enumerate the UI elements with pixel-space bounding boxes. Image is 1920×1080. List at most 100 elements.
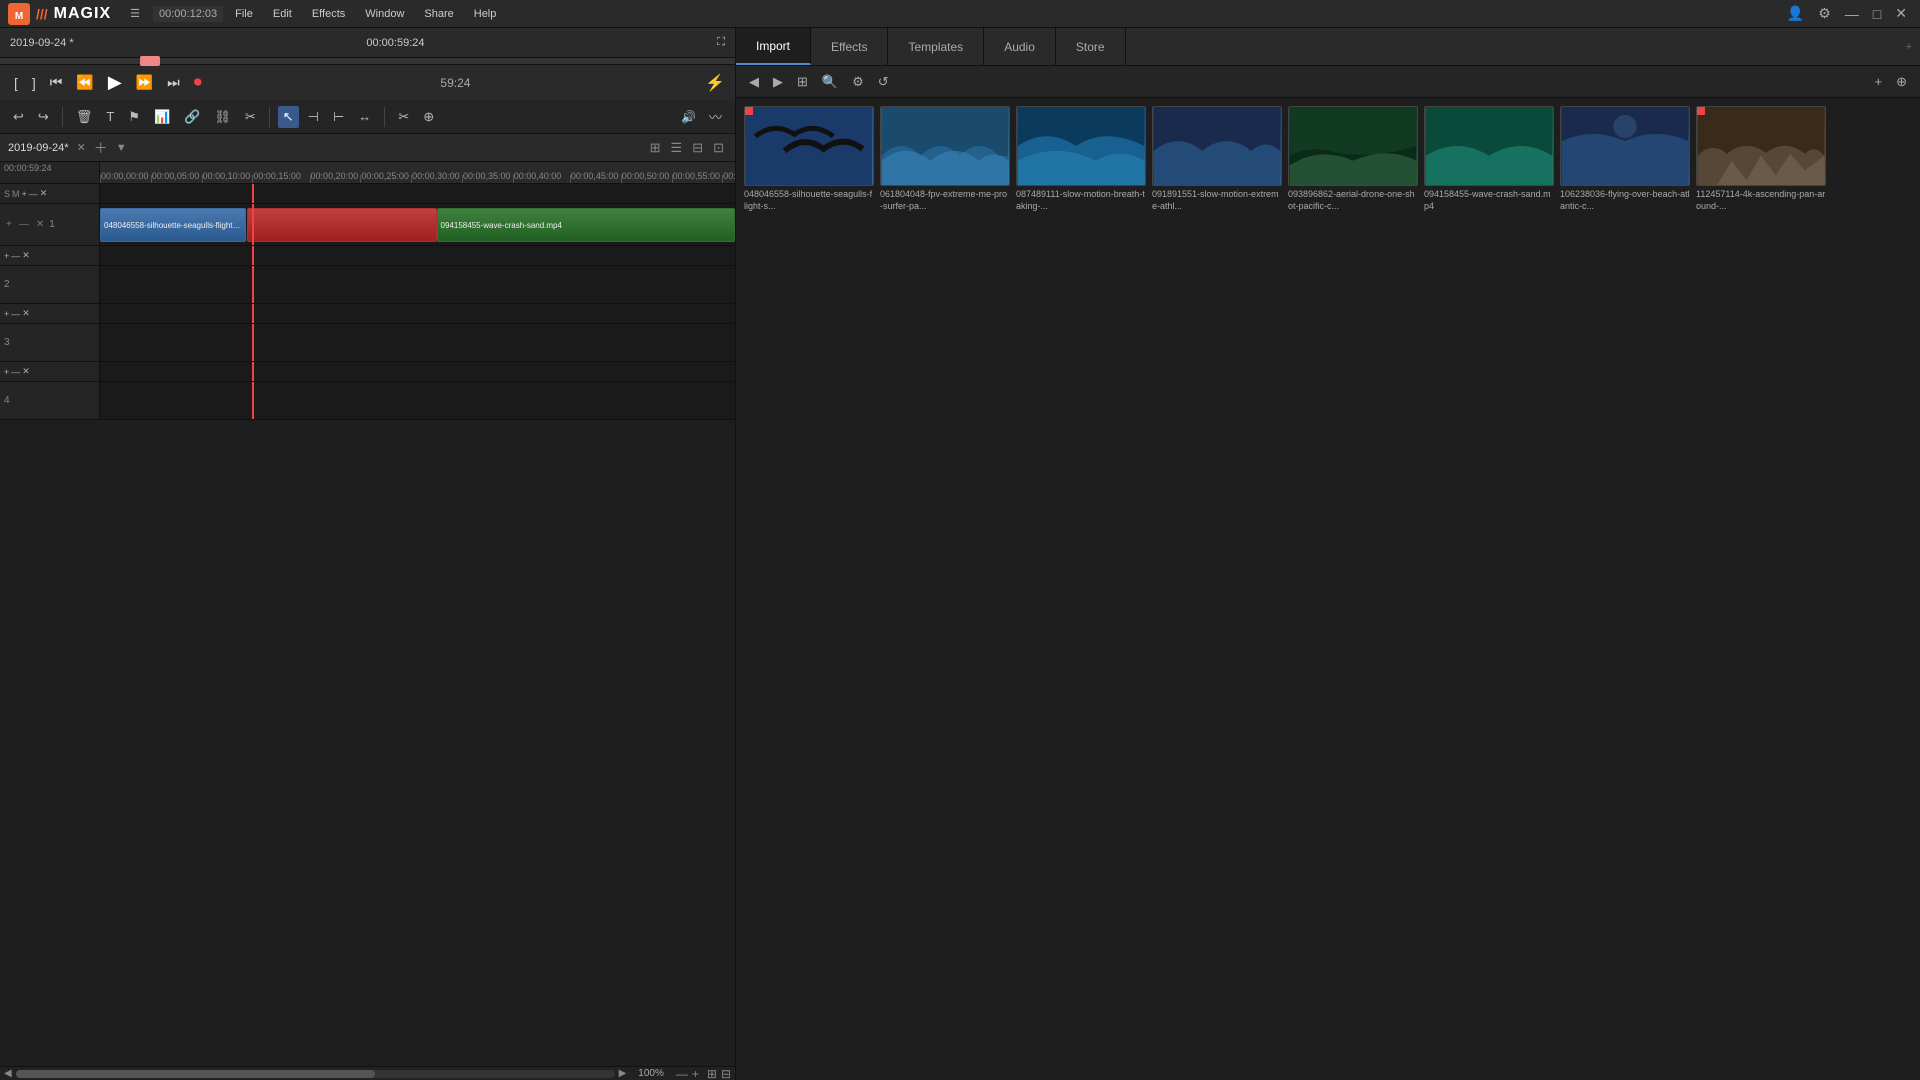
media-item-4[interactable]: 091891551-slow-motion-extreme-athl...: [1152, 106, 1282, 212]
t4-minus[interactable]: —: [11, 367, 20, 377]
zoom-out-btn[interactable]: —: [676, 1067, 688, 1080]
skip-next-btn[interactable]: ⏭: [163, 72, 184, 93]
view-storyboard-icon[interactable]: ⊞: [647, 138, 664, 158]
profile-icon[interactable]: 👤: [1782, 3, 1809, 24]
t4-close[interactable]: ✕: [22, 366, 30, 377]
bracket-out-btn[interactable]: ]: [28, 73, 40, 93]
minimize-icon[interactable]: —: [1840, 4, 1864, 24]
marker-btn[interactable]: ⚑: [123, 106, 145, 128]
track-2-content[interactable]: [100, 266, 735, 303]
view-list-icon[interactable]: ☰: [668, 138, 686, 158]
close-icon[interactable]: ✕: [1890, 3, 1912, 24]
media-item-3[interactable]: 087489111-slow-motion-breath-taking-...: [1016, 106, 1146, 212]
t3-minus[interactable]: —: [11, 309, 20, 319]
t3-plus[interactable]: +: [4, 309, 9, 319]
media-thumb-3[interactable]: [1016, 106, 1146, 186]
tab-templates[interactable]: Templates: [888, 28, 984, 65]
link-btn[interactable]: ⛓: [209, 106, 236, 128]
zoom-in-btn[interactable]: +: [692, 1067, 699, 1080]
volume-icon[interactable]: 🔊: [681, 110, 696, 124]
maximize-icon[interactable]: □: [1868, 4, 1886, 24]
view-expand-icon[interactable]: ⊡: [710, 138, 727, 158]
media-thumb-7[interactable]: [1560, 106, 1690, 186]
rt-settings-btn[interactable]: ⚙: [847, 72, 869, 92]
clip-wave-crash[interactable]: 094158455-wave-crash-sand.mp4: [437, 208, 735, 242]
track-sm-minus[interactable]: —: [29, 189, 38, 199]
razor-btn[interactable]: ✂: [393, 106, 414, 128]
media-item-1[interactable]: 048046558-silhouette-seagulls-flight-s..…: [744, 106, 874, 212]
media-thumb-1[interactable]: [744, 106, 874, 186]
rt-grid-btn[interactable]: ⊞: [792, 72, 813, 92]
rt-fwd-btn[interactable]: ▶: [768, 72, 788, 92]
play-btn[interactable]: ▶: [104, 70, 126, 95]
scroll-expand-btn[interactable]: ⊞: [707, 1067, 717, 1080]
rt-add-btn[interactable]: +: [1870, 72, 1888, 91]
clip-red-1[interactable]: [247, 208, 436, 242]
chart-btn[interactable]: 📊: [149, 106, 175, 128]
timeline-scrollbar[interactable]: [16, 1070, 615, 1078]
tab-store[interactable]: Store: [1056, 28, 1126, 65]
flash-btn[interactable]: ⚡: [705, 73, 725, 93]
undo-btn[interactable]: ↩: [8, 106, 29, 128]
track-sm-plus[interactable]: +: [22, 189, 27, 199]
t2-minus[interactable]: —: [11, 251, 20, 261]
split-btn[interactable]: ⊣: [303, 106, 324, 128]
rt-search-btn[interactable]: 🔍: [817, 72, 843, 92]
menu-hamburger[interactable]: ☰: [125, 5, 145, 22]
track-1-minus[interactable]: —: [17, 218, 31, 231]
media-thumb-5[interactable]: [1288, 106, 1418, 186]
tab-dropdown-btn[interactable]: ▼: [116, 142, 127, 154]
redo-btn[interactable]: ↪: [33, 106, 54, 128]
move-btn[interactable]: ↔: [353, 106, 376, 127]
text-btn[interactable]: T: [101, 106, 119, 127]
media-thumb-2[interactable]: [880, 106, 1010, 186]
tab-effects[interactable]: Effects: [811, 28, 888, 65]
delete-btn[interactable]: 🗑: [71, 106, 98, 128]
track-1-content[interactable]: 048046558-silhouette-seagulls-flight-slo…: [100, 204, 735, 245]
media-item-6[interactable]: 094158455-wave-crash-sand.mp4: [1424, 106, 1554, 212]
t2-plus[interactable]: +: [4, 251, 9, 261]
menu-file[interactable]: File: [227, 6, 261, 22]
close-tab-btn[interactable]: ✕: [77, 141, 86, 154]
step-back-btn[interactable]: ⏪: [72, 72, 97, 93]
menu-share[interactable]: Share: [416, 6, 461, 22]
media-item-2[interactable]: 061804048-fpv-extreme-me-pro-surfer-pa..…: [880, 106, 1010, 212]
wave-btn[interactable]: 〰: [704, 104, 727, 129]
media-item-8[interactable]: 112457114-4k-ascending-pan-around-...: [1696, 106, 1826, 212]
clip-seagulls[interactable]: 048046558-silhouette-seagulls-flight-slo…: [100, 208, 246, 242]
add-tab-btn[interactable]: ＋: [94, 138, 108, 158]
menu-edit[interactable]: Edit: [265, 6, 300, 22]
media-thumb-6[interactable]: [1424, 106, 1554, 186]
track-3-content[interactable]: [100, 324, 735, 361]
track-1-close[interactable]: ✕: [34, 218, 46, 231]
menu-help[interactable]: Help: [466, 6, 505, 22]
scrollbar-thumb[interactable]: [16, 1070, 375, 1078]
media-thumb-4[interactable]: [1152, 106, 1282, 186]
media-thumb-8[interactable]: [1696, 106, 1826, 186]
trim-btn[interactable]: ⊢: [328, 106, 349, 128]
settings-icon[interactable]: ⚙: [1813, 3, 1836, 24]
rt-expand-btn[interactable]: ⊕: [1891, 72, 1912, 92]
rt-back-btn[interactable]: ◀: [744, 72, 764, 92]
media-item-5[interactable]: 093896862-aerial-drone-one-shot-pacific-…: [1288, 106, 1418, 212]
t4-plus[interactable]: +: [4, 367, 9, 377]
scroll-right-btn[interactable]: ▶: [619, 1068, 627, 1079]
track-sm-close[interactable]: ✕: [40, 188, 48, 199]
track-4-content[interactable]: [100, 382, 735, 419]
extend-btn[interactable]: ⊕: [418, 106, 439, 128]
cursor-btn[interactable]: ↖: [278, 106, 299, 128]
fullscreen-icon[interactable]: ⛶: [717, 36, 725, 49]
view-timeline-icon[interactable]: ⊟: [689, 138, 706, 158]
skip-prev-btn[interactable]: ⏮: [46, 72, 67, 93]
progress-indicator[interactable]: [140, 56, 160, 66]
media-item-7[interactable]: 106238036-flying-over-beach-atlantic-c..…: [1560, 106, 1690, 212]
step-fwd-btn[interactable]: ⏩: [132, 72, 157, 93]
menu-window[interactable]: Window: [357, 6, 412, 22]
rt-refresh-btn[interactable]: ↺: [873, 72, 894, 92]
tab-audio[interactable]: Audio: [984, 28, 1056, 65]
scroll-left-btn[interactable]: ◀: [4, 1068, 12, 1079]
menu-effects[interactable]: Effects: [304, 6, 353, 22]
t2-close[interactable]: ✕: [22, 250, 30, 261]
unlink-btn[interactable]: ✂: [240, 106, 261, 128]
tab-import[interactable]: Import: [736, 28, 811, 65]
